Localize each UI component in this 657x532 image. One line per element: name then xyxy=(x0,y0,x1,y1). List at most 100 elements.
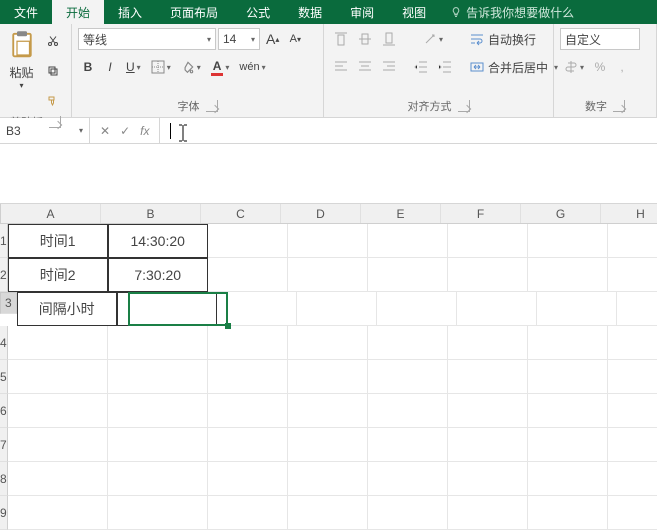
cell-B1[interactable]: 14:30:20 xyxy=(108,224,208,258)
name-box[interactable]: B3▾ xyxy=(0,118,90,143)
tab-formula[interactable]: 公式 xyxy=(232,0,284,24)
col-head-G[interactable]: G xyxy=(521,204,601,223)
font-family-select[interactable]: 等线▾ xyxy=(78,28,216,50)
cell-D2[interactable] xyxy=(288,258,368,292)
border-button[interactable]: ▾ xyxy=(147,56,175,78)
cell-G9[interactable] xyxy=(528,496,608,530)
decrease-indent-button[interactable] xyxy=(410,56,432,78)
cell-A7[interactable] xyxy=(8,428,108,462)
align-right-button[interactable] xyxy=(378,56,400,78)
cell-H7[interactable] xyxy=(608,428,657,462)
cell-D9[interactable] xyxy=(288,496,368,530)
cell-H9[interactable] xyxy=(608,496,657,530)
cell-H2[interactable] xyxy=(608,258,657,292)
cell-G8[interactable] xyxy=(528,462,608,496)
cancel-formula-button[interactable]: ✕ xyxy=(100,124,110,138)
row-head-4[interactable]: 4 xyxy=(0,326,8,360)
cell-C5[interactable] xyxy=(208,360,288,394)
cell-E7[interactable] xyxy=(368,428,448,462)
cell-G7[interactable] xyxy=(528,428,608,462)
cell-B9[interactable] xyxy=(108,496,208,530)
cell-B6[interactable] xyxy=(108,394,208,428)
cell-F5[interactable] xyxy=(448,360,528,394)
decrease-font-button[interactable]: A▾ xyxy=(285,28,305,50)
align-launcher[interactable] xyxy=(458,100,470,112)
cell-E9[interactable] xyxy=(368,496,448,530)
font-size-select[interactable]: 14▾ xyxy=(218,28,260,50)
cell-F4[interactable] xyxy=(448,326,528,360)
align-center-button[interactable] xyxy=(354,56,376,78)
cell-D7[interactable] xyxy=(288,428,368,462)
row-head-6[interactable]: 6 xyxy=(0,394,8,428)
cell-E3[interactable] xyxy=(377,292,457,326)
cell-C9[interactable] xyxy=(208,496,288,530)
tab-page-layout[interactable]: 页面布局 xyxy=(156,0,232,24)
orientation-button[interactable]: ▾ xyxy=(410,28,456,50)
cell-B5[interactable] xyxy=(108,360,208,394)
cell-G6[interactable] xyxy=(528,394,608,428)
cut-button[interactable] xyxy=(43,30,63,52)
tell-me[interactable]: 告诉我你想要做什么 xyxy=(440,0,584,24)
cell-H6[interactable] xyxy=(608,394,657,428)
cell-A4[interactable] xyxy=(8,326,108,360)
cell-C2[interactable] xyxy=(208,258,288,292)
cell-H4[interactable] xyxy=(608,326,657,360)
col-head-F[interactable]: F xyxy=(441,204,521,223)
cell-A3[interactable]: 间隔小时 xyxy=(17,292,117,326)
cell-F8[interactable] xyxy=(448,462,528,496)
spreadsheet-grid[interactable]: A B C D E F G H 1时间114:30:20 2时间27:30:20… xyxy=(0,204,657,530)
row-head-1[interactable]: 1 xyxy=(0,224,8,258)
cell-B2[interactable]: 7:30:20 xyxy=(108,258,208,292)
cell-F9[interactable] xyxy=(448,496,528,530)
bold-button[interactable]: B xyxy=(78,56,98,78)
number-launcher[interactable] xyxy=(613,100,625,112)
cell-H1[interactable] xyxy=(608,224,657,258)
row-head-5[interactable]: 5 xyxy=(0,360,8,394)
cell-E1[interactable] xyxy=(368,224,448,258)
cell-B4[interactable] xyxy=(108,326,208,360)
cell-E6[interactable] xyxy=(368,394,448,428)
cell-B3[interactable] xyxy=(117,292,217,326)
cell-B8[interactable] xyxy=(108,462,208,496)
row-head-9[interactable]: 9 xyxy=(0,496,8,530)
col-head-B[interactable]: B xyxy=(101,204,201,223)
cell-E2[interactable] xyxy=(368,258,448,292)
cell-A8[interactable] xyxy=(8,462,108,496)
cell-F7[interactable] xyxy=(448,428,528,462)
cell-A2[interactable]: 时间2 xyxy=(8,258,108,292)
cell-C7[interactable] xyxy=(208,428,288,462)
cell-B7[interactable] xyxy=(108,428,208,462)
cell-A5[interactable] xyxy=(8,360,108,394)
confirm-formula-button[interactable]: ✓ xyxy=(120,124,130,138)
align-top-button[interactable] xyxy=(330,28,352,50)
cell-H5[interactable] xyxy=(608,360,657,394)
cell-H3[interactable] xyxy=(617,292,657,326)
cell-G3[interactable] xyxy=(537,292,617,326)
font-color-button[interactable]: A▾ xyxy=(207,56,234,78)
percent-button[interactable]: % xyxy=(590,56,610,78)
cell-D3[interactable] xyxy=(297,292,377,326)
row-head-3[interactable]: 3 xyxy=(0,292,17,314)
cell-C1[interactable] xyxy=(208,224,288,258)
cell-C8[interactable] xyxy=(208,462,288,496)
clipboard-launcher[interactable] xyxy=(49,116,61,128)
format-painter-button[interactable] xyxy=(43,90,63,112)
cell-G4[interactable] xyxy=(528,326,608,360)
cell-C3[interactable] xyxy=(217,292,297,326)
col-head-C[interactable]: C xyxy=(201,204,281,223)
cell-G2[interactable] xyxy=(528,258,608,292)
align-left-button[interactable] xyxy=(330,56,352,78)
row-head-8[interactable]: 8 xyxy=(0,462,8,496)
cell-F1[interactable] xyxy=(448,224,528,258)
tab-home[interactable]: 开始 xyxy=(52,0,104,24)
comma-button[interactable]: , xyxy=(612,56,632,78)
copy-button[interactable] xyxy=(43,60,63,82)
cell-D1[interactable] xyxy=(288,224,368,258)
formula-input[interactable] xyxy=(160,118,657,143)
cell-A9[interactable] xyxy=(8,496,108,530)
cell-F3[interactable] xyxy=(457,292,537,326)
tab-view[interactable]: 视图 xyxy=(388,0,440,24)
cell-H8[interactable] xyxy=(608,462,657,496)
wrap-text-button[interactable]: 自动换行 xyxy=(466,28,556,50)
tab-file[interactable]: 文件 xyxy=(0,0,52,24)
